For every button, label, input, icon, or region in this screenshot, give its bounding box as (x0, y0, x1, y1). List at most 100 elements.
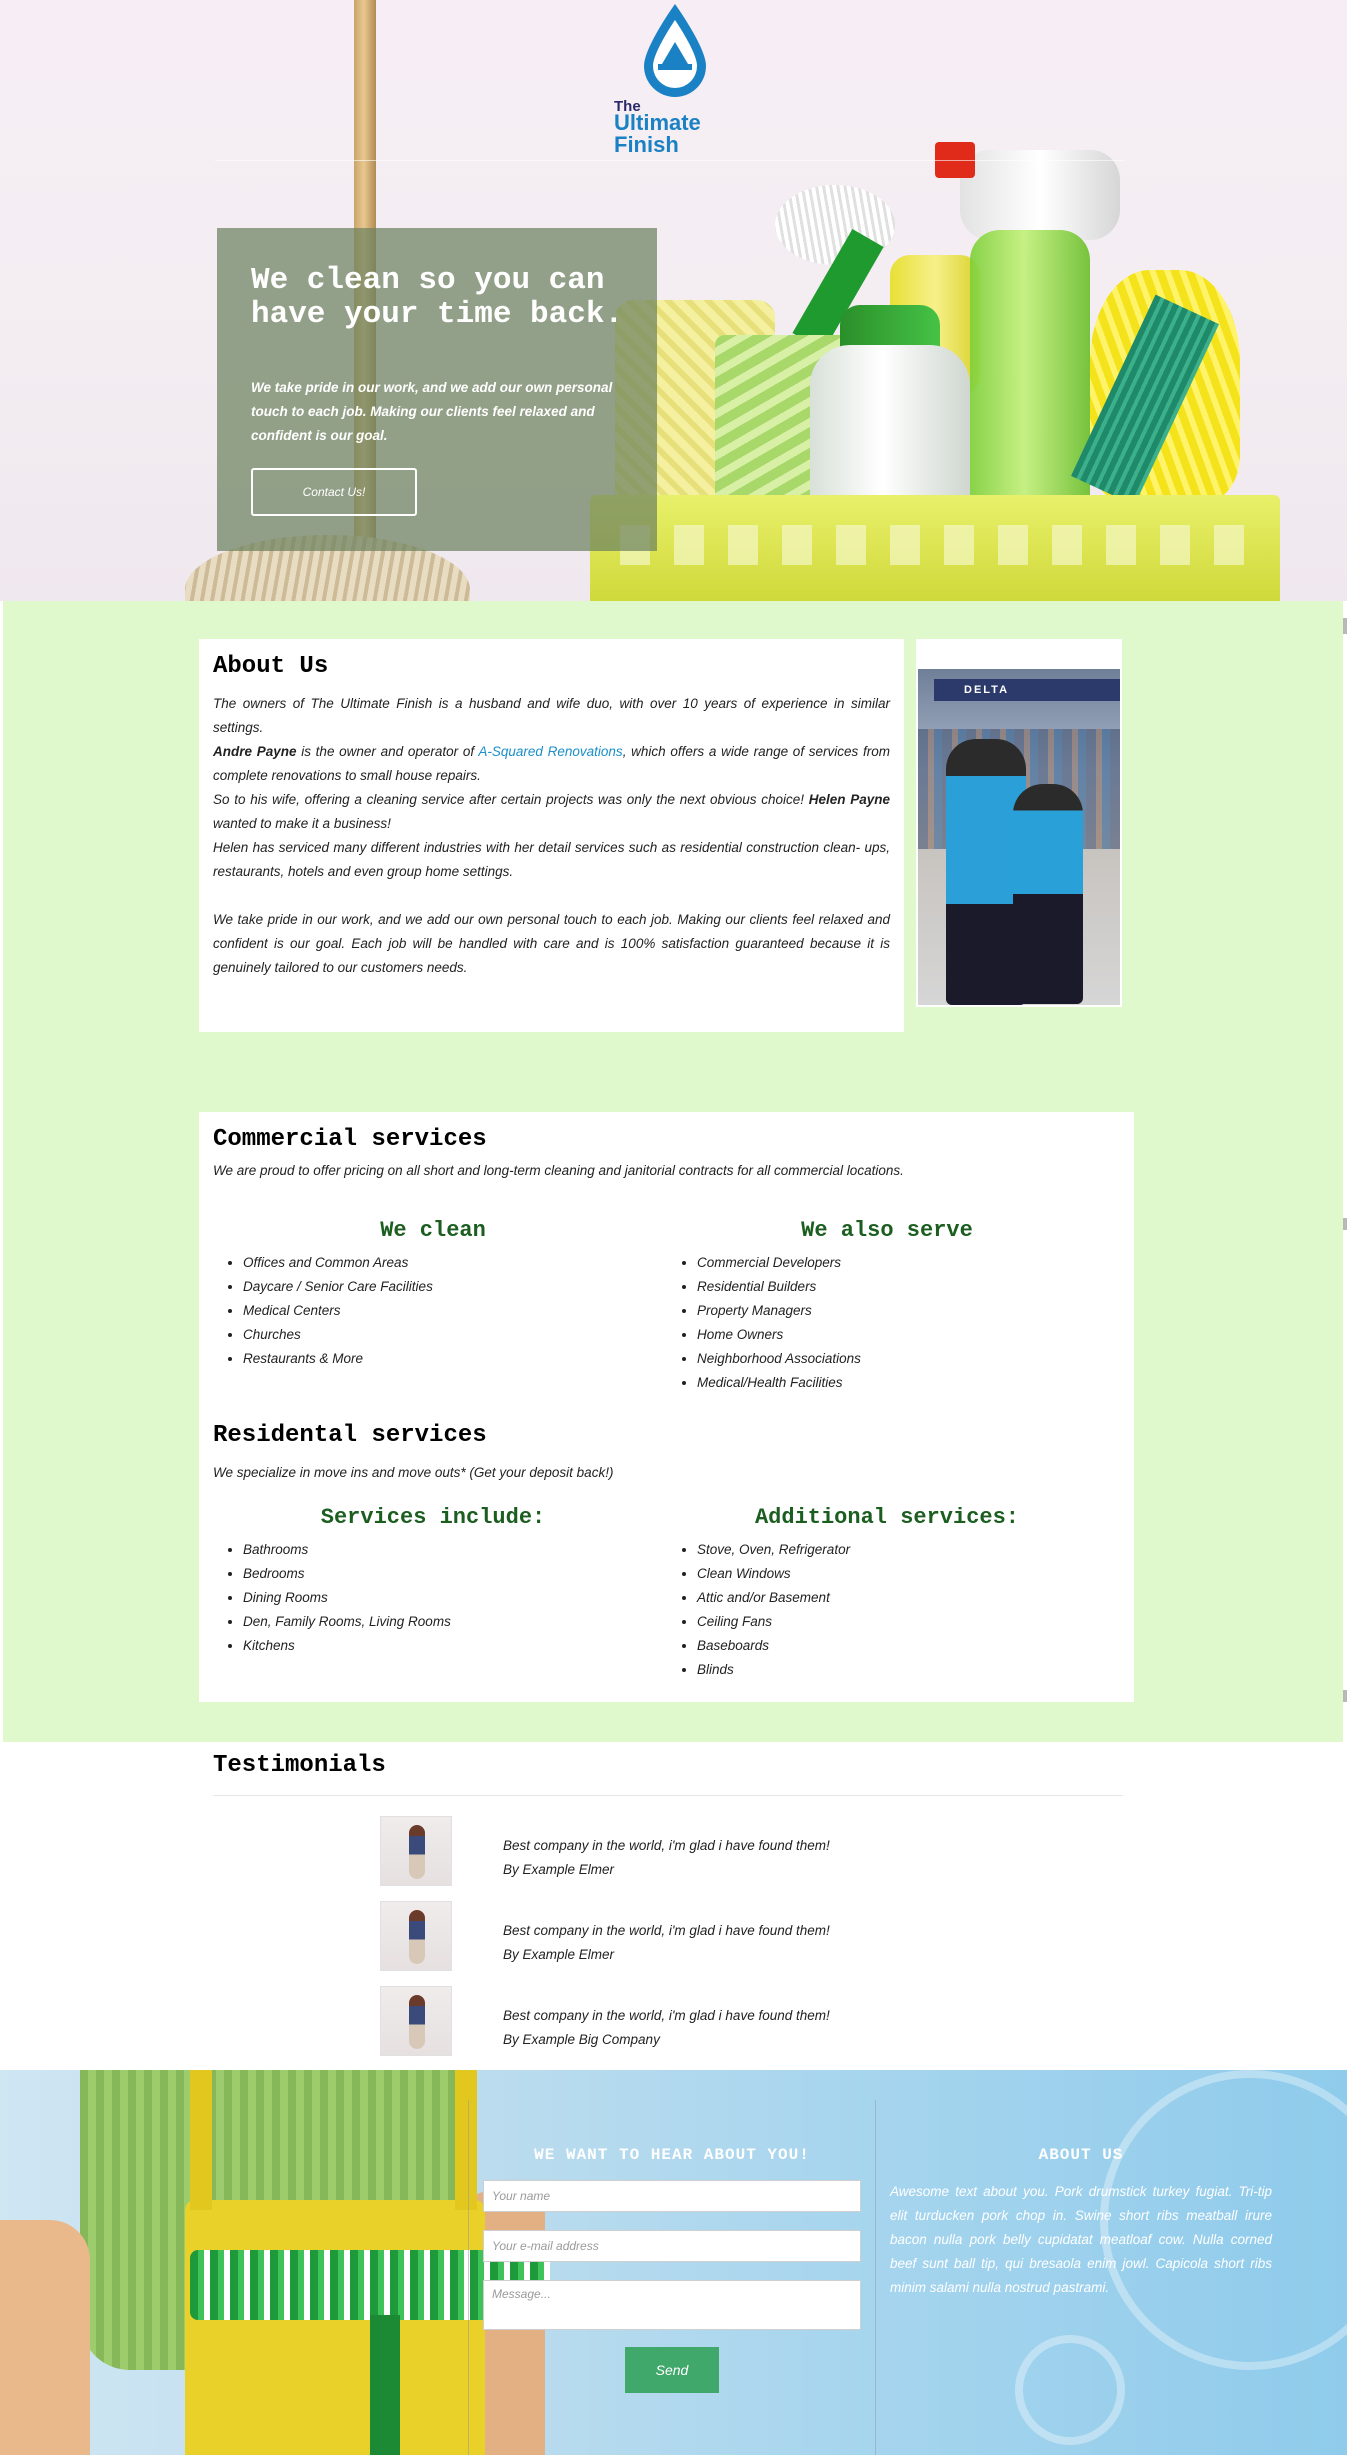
list-item: Kitchens (243, 1634, 653, 1658)
list-item: Restaurants & More (243, 1347, 653, 1371)
apron-strap (190, 2070, 212, 2210)
testimonial-item: Best company in the world, i'm glad i ha… (380, 1986, 980, 2056)
owners-photo: DELTA (916, 639, 1122, 1007)
list-item: Baseboards (697, 1634, 1107, 1658)
list-item: Clean Windows (697, 1562, 1107, 1586)
commercial-card: Commercial services We are proud to offe… (199, 1112, 1134, 1702)
list-item: Bathrooms (243, 1538, 653, 1562)
residential-heading: Residental services (213, 1422, 487, 1449)
footer-section: WE WANT TO HEAR ABOUT YOU! Send ABOUT US… (0, 2070, 1347, 2455)
scrollbar-marker (1343, 618, 1347, 634)
testimonials-heading: Testimonials (213, 1752, 386, 1779)
basket-slots (620, 525, 1260, 565)
testimonial-text: Best company in the world, i'm glad i ha… (503, 1919, 830, 1967)
hero-subtitle: We take pride in our work, and we add ou… (251, 380, 613, 443)
about-text-owners: The owners of The Ultimate Finish is a h… (213, 696, 890, 735)
list-item: Residential Builders (697, 1275, 1107, 1299)
additional-services-column: Additional services: Stove, Oven, Refrig… (667, 1505, 1107, 1682)
testimonial-quote: Best company in the world, i'm glad i ha… (503, 1923, 830, 1938)
list-item: Dining Rooms (243, 1586, 653, 1610)
additional-services-heading: Additional services: (754, 1505, 1020, 1530)
scrollbar-marker (1343, 1218, 1347, 1230)
email-input[interactable] (483, 2230, 861, 2262)
contact-us-button[interactable]: Contact Us! (251, 468, 417, 516)
about-name-helen: Helen Payne (808, 792, 890, 807)
about-pride-paragraph: We take pride in our work, and we add ou… (213, 912, 890, 975)
list-item: Property Managers (697, 1299, 1107, 1323)
list-item: Attic and/or Basement (697, 1586, 1107, 1610)
commercial-intro: We are proud to offer pricing on all sho… (213, 1163, 904, 1178)
testimonial-quote: Best company in the world, i'm glad i ha… (503, 1838, 830, 1853)
testimonials-section: Testimonials Best company in the world, … (0, 1742, 1347, 2070)
testimonial-item: Best company in the world, i'm glad i ha… (380, 1816, 980, 1886)
scrollbar-marker (1343, 1690, 1347, 1702)
testimonial-avatar (380, 1901, 452, 1971)
testimonial-text: Best company in the world, i'm glad i ha… (503, 1834, 830, 1882)
list-item: Medical Centers (243, 1299, 653, 1323)
list-item: Daycare / Senior Care Facilities (243, 1275, 653, 1299)
cleaner-apron-image (185, 2200, 485, 2455)
list-item: Stove, Oven, Refrigerator (697, 1538, 1107, 1562)
hero-callout: We clean so you can have your time back.… (217, 228, 657, 551)
testimonial-quote: Best company in the world, i'm glad i ha… (503, 2008, 830, 2023)
testimonials-divider (213, 1795, 1123, 1796)
commercial-heading: Commercial services (213, 1126, 487, 1153)
footer-divider (468, 2100, 469, 2455)
avatar-figure (409, 1995, 425, 2049)
about-name-andre: Andre Payne (213, 744, 297, 759)
about-text-industries: Helen has serviced many different indust… (213, 840, 890, 879)
spray-head-image (960, 150, 1120, 240)
logo-text-ultimate: Ultimate (614, 110, 701, 135)
we-also-serve-column: We also serve Commercial Developers Resi… (667, 1218, 1107, 1395)
services-include-list: Bathrooms Bedrooms Dining Rooms Den, Fam… (213, 1538, 653, 1658)
testimonial-author: By Example Elmer (503, 1862, 615, 1877)
contact-form-title: WE WANT TO HEAR ABOUT YOU! (534, 2146, 810, 2164)
testimonial-author: By Example Big Company (503, 2032, 660, 2047)
owners-photo-image: DELTA (918, 669, 1120, 1005)
avatar-figure (409, 1825, 425, 1879)
a-squared-renovations-link[interactable]: A-Squared Renovations (478, 744, 622, 759)
testimonial-item: Best company in the world, i'm glad i ha… (380, 1901, 980, 1971)
list-item: Churches (243, 1323, 653, 1347)
list-item: Commercial Developers (697, 1251, 1107, 1275)
list-item: Medical/Health Facilities (697, 1371, 1107, 1395)
send-button[interactable]: Send (625, 2347, 719, 2393)
about-text-wife: So to his wife, offering a cleaning serv… (213, 792, 809, 807)
testimonial-avatar (380, 1816, 452, 1886)
footer-divider (875, 2100, 876, 2455)
additional-services-list: Stove, Oven, Refrigerator Clean Windows … (667, 1538, 1107, 1682)
about-text-business: wanted to make it a business! (213, 816, 391, 831)
testimonial-avatar (380, 1986, 452, 2056)
cleaner-arm-image (0, 2220, 90, 2455)
site-logo[interactable]: The Ultimate Finish (612, 0, 722, 160)
list-item: Offices and Common Areas (243, 1251, 653, 1275)
list-item: Bedrooms (243, 1562, 653, 1586)
testimonial-author: By Example Elmer (503, 1947, 615, 1962)
apron-strap (455, 2070, 477, 2210)
about-text-owner-of: is the owner and operator of (296, 744, 479, 759)
about-heading: About Us (213, 653, 329, 680)
we-also-serve-list: Commercial Developers Residential Builde… (667, 1251, 1107, 1395)
spray-bottle-image (970, 230, 1090, 530)
we-clean-column: We clean Offices and Common Areas Daycar… (213, 1218, 653, 1371)
services-include-heading: Services include: (320, 1505, 546, 1530)
list-item: Blinds (697, 1658, 1107, 1682)
we-also-serve-heading: We also serve (801, 1218, 973, 1243)
message-input[interactable] (483, 2280, 861, 2330)
name-input[interactable] (483, 2180, 861, 2212)
list-item: Neighborhood Associations (697, 1347, 1107, 1371)
services-section: About Us The owners of The Ultimate Fini… (3, 601, 1343, 1742)
list-item: Den, Family Rooms, Living Rooms (243, 1610, 653, 1634)
footer-about-text: Awesome text about you. Pork drumstick t… (890, 2184, 1272, 2295)
testimonial-text: Best company in the world, i'm glad i ha… (503, 2004, 830, 2052)
about-card: About Us The owners of The Ultimate Fini… (199, 639, 904, 1032)
we-clean-heading: We clean (380, 1218, 486, 1243)
hero-section: The Ultimate Finish We clean so you can … (0, 0, 1347, 601)
footer-about-title: ABOUT US (1038, 2146, 1124, 2164)
residential-intro: We specialize in move ins and move outs*… (213, 1465, 614, 1480)
list-item: Home Owners (697, 1323, 1107, 1347)
broom-stick-image (370, 2315, 400, 2455)
services-include-column: Services include: Bathrooms Bedrooms Din… (213, 1505, 653, 1658)
water-drop-icon (644, 4, 706, 97)
nav-divider (215, 160, 1125, 161)
